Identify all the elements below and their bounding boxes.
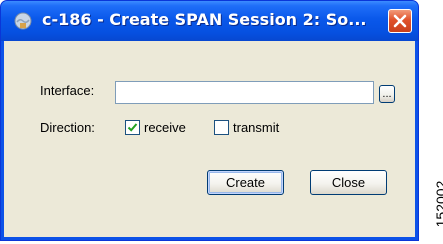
interface-input[interactable] bbox=[115, 81, 374, 104]
transmit-label[interactable]: transmit bbox=[233, 120, 279, 135]
create-button[interactable]: Create bbox=[207, 170, 284, 195]
title-bar[interactable]: c-186 - Create SPAN Session 2: So... bbox=[1, 1, 418, 41]
transmit-checkbox[interactable] bbox=[214, 120, 229, 135]
direction-label: Direction: bbox=[40, 120, 95, 135]
window-title: c-186 - Create SPAN Session 2: So... bbox=[42, 10, 367, 29]
interface-label: Interface: bbox=[40, 83, 95, 98]
receive-label[interactable]: receive bbox=[144, 120, 186, 135]
window-close-button[interactable] bbox=[388, 9, 412, 33]
close-button[interactable]: Close bbox=[310, 170, 387, 195]
dialog-content: Interface: ... Direction: receive transm… bbox=[4, 41, 415, 237]
figure-id-label: 152002 bbox=[433, 180, 443, 228]
dialog-window: c-186 - Create SPAN Session 2: So... Int… bbox=[0, 0, 419, 241]
receive-checkbox[interactable] bbox=[125, 120, 140, 135]
app-globe-icon bbox=[14, 12, 32, 30]
browse-interface-button[interactable]: ... bbox=[379, 85, 395, 103]
